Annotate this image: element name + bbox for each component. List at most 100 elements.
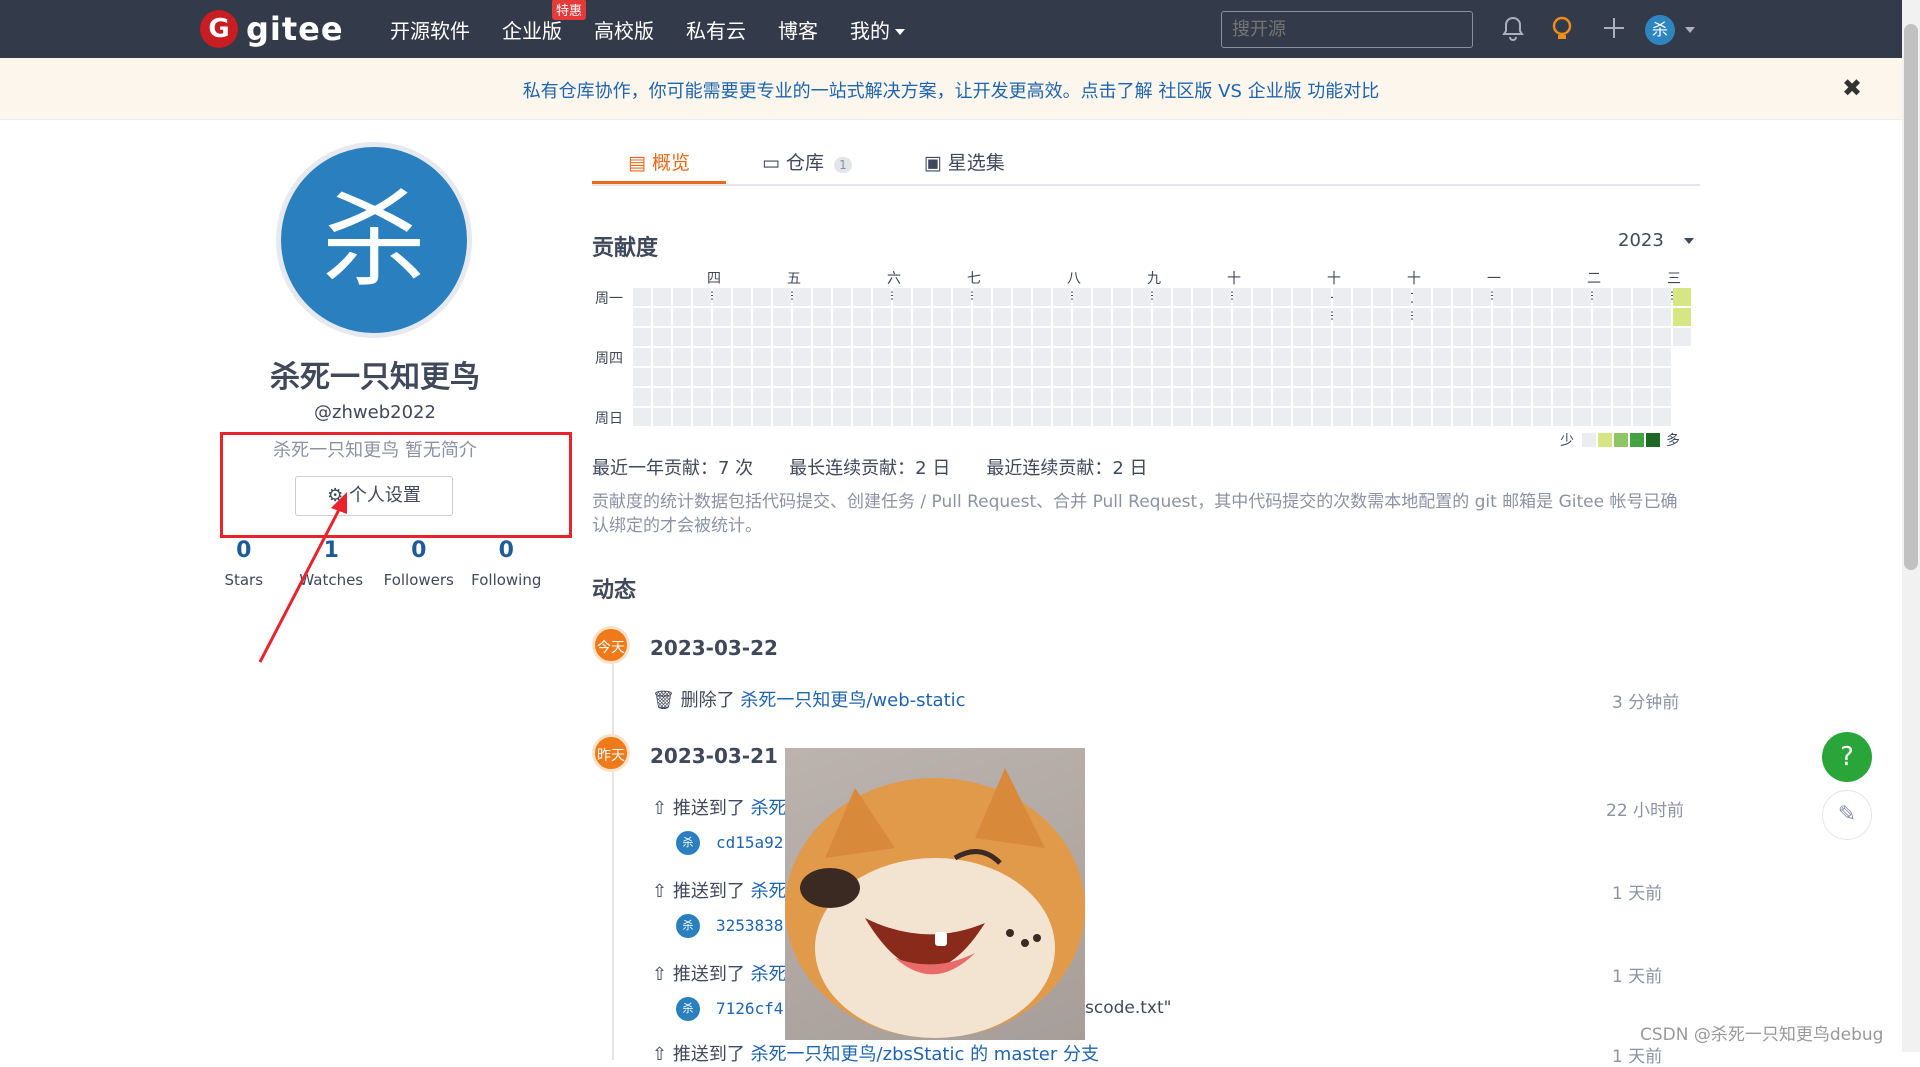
calendar-day-cell[interactable] (1113, 328, 1131, 346)
calendar-day-cell[interactable] (713, 388, 731, 406)
calendar-day-cell[interactable] (633, 388, 651, 406)
calendar-day-cell[interactable] (1013, 388, 1031, 406)
calendar-day-cell[interactable] (913, 408, 931, 426)
calendar-day-cell[interactable] (1293, 348, 1311, 366)
calendar-day-cell[interactable] (733, 348, 751, 366)
calendar-day-cell[interactable] (1433, 348, 1451, 366)
year-select[interactable]: 2023 (1618, 230, 1694, 251)
calendar-day-cell[interactable] (1093, 388, 1111, 406)
calendar-day-cell[interactable] (1333, 288, 1351, 306)
nav-mine[interactable]: 我的 (850, 15, 905, 44)
nav-open-source[interactable]: 开源软件 (390, 15, 470, 44)
promo-banner-text[interactable]: 私有仓库协作，你可能需要更专业的一站式解决方案，让开发更高效。点击了解 社区版 … (0, 77, 1902, 103)
calendar-day-cell[interactable] (1253, 388, 1271, 406)
calendar-day-cell[interactable] (1193, 388, 1211, 406)
plus-icon[interactable] (1600, 16, 1628, 44)
calendar-day-cell[interactable] (653, 308, 671, 326)
calendar-day-cell[interactable] (933, 288, 951, 306)
calendar-day-cell[interactable] (1033, 288, 1051, 306)
calendar-day-cell[interactable] (733, 288, 751, 306)
calendar-day-cell[interactable] (953, 408, 971, 426)
calendar-day-cell[interactable] (1193, 348, 1211, 366)
calendar-day-cell[interactable] (1313, 288, 1331, 306)
calendar-day-cell[interactable] (933, 388, 951, 406)
calendar-day-cell[interactable] (933, 308, 951, 326)
calendar-day-cell[interactable] (1153, 308, 1171, 326)
calendar-day-cell[interactable] (1273, 328, 1291, 346)
calendar-day-cell[interactable] (1593, 308, 1611, 326)
calendar-day-cell[interactable] (653, 288, 671, 306)
calendar-day-cell[interactable] (713, 348, 731, 366)
calendar-day-cell[interactable] (733, 408, 751, 426)
calendar-day-cell[interactable] (1393, 368, 1411, 386)
calendar-day-cell[interactable] (1373, 348, 1391, 366)
event-repo-link[interactable]: 杀死 (751, 798, 787, 819)
calendar-day-cell[interactable] (753, 388, 771, 406)
nav-private-cloud[interactable]: 私有云 (686, 15, 746, 44)
calendar-day-cell[interactable] (1513, 288, 1531, 306)
calendar-day-cell[interactable] (633, 348, 651, 366)
calendar-day-cell[interactable] (1253, 408, 1271, 426)
calendar-day-cell[interactable] (873, 308, 891, 326)
calendar-day-cell[interactable] (1413, 408, 1431, 426)
calendar-day-cell[interactable] (1253, 288, 1271, 306)
calendar-day-cell[interactable] (973, 348, 991, 366)
calendar-day-cell[interactable] (833, 308, 851, 326)
calendar-day-cell[interactable] (1553, 288, 1571, 306)
calendar-day-cell[interactable] (1473, 368, 1491, 386)
calendar-day-cell[interactable] (1173, 328, 1191, 346)
calendar-day-cell[interactable] (1293, 408, 1311, 426)
calendar-day-cell[interactable] (753, 288, 771, 306)
calendar-day-cell[interactable] (1553, 348, 1571, 366)
calendar-day-cell[interactable] (1513, 368, 1531, 386)
calendar-day-cell[interactable] (1553, 408, 1571, 426)
calendar-day-cell[interactable] (673, 408, 691, 426)
calendar-day-cell[interactable] (1093, 408, 1111, 426)
calendar-day-cell[interactable] (933, 408, 951, 426)
calendar-day-cell[interactable] (1413, 348, 1431, 366)
calendar-day-cell[interactable] (693, 388, 711, 406)
calendar-day-cell[interactable] (913, 348, 931, 366)
calendar-day-cell[interactable] (853, 308, 871, 326)
calendar-day-cell[interactable] (833, 368, 851, 386)
calendar-day-cell[interactable] (1013, 308, 1031, 326)
calendar-day-cell[interactable] (673, 308, 691, 326)
calendar-day-cell[interactable] (1233, 368, 1251, 386)
calendar-day-cell[interactable] (1173, 408, 1191, 426)
calendar-day-cell[interactable] (1293, 308, 1311, 326)
calendar-day-cell[interactable] (953, 328, 971, 346)
calendar-day-cell[interactable] (1453, 348, 1471, 366)
calendar-day-cell[interactable] (1493, 308, 1511, 326)
calendar-day-cell[interactable] (1033, 388, 1051, 406)
calendar-day-cell[interactable] (893, 328, 911, 346)
calendar-day-cell[interactable] (773, 368, 791, 386)
calendar-day-cell[interactable] (1613, 408, 1631, 426)
calendar-day-cell[interactable] (813, 388, 831, 406)
calendar-day-cell[interactable] (653, 328, 671, 346)
calendar-day-cell[interactable] (1393, 408, 1411, 426)
nav-enterprise[interactable]: 企业版 特惠 (502, 0, 587, 44)
calendar-day-cell[interactable] (1293, 368, 1311, 386)
calendar-day-cell[interactable] (1613, 368, 1631, 386)
calendar-day-cell[interactable] (893, 408, 911, 426)
calendar-day-cell[interactable] (1493, 288, 1511, 306)
calendar-day-cell[interactable] (713, 368, 731, 386)
calendar-day-cell[interactable] (1673, 288, 1691, 306)
search-input[interactable] (1221, 11, 1473, 48)
calendar-day-cell[interactable] (1633, 308, 1651, 326)
calendar-day-cell[interactable] (1593, 288, 1611, 306)
calendar-day-cell[interactable] (1153, 388, 1171, 406)
calendar-day-cell[interactable] (1133, 328, 1151, 346)
calendar-day-cell[interactable] (793, 348, 811, 366)
calendar-day-cell[interactable] (933, 368, 951, 386)
calendar-day-cell[interactable] (1213, 308, 1231, 326)
calendar-day-cell[interactable] (1053, 348, 1071, 366)
tab-starred-collections[interactable]: ▣ 星选集 (888, 140, 1041, 184)
calendar-day-cell[interactable] (1213, 388, 1231, 406)
calendar-day-cell[interactable] (993, 308, 1011, 326)
calendar-day-cell[interactable] (1093, 328, 1111, 346)
calendar-day-cell[interactable] (813, 288, 831, 306)
calendar-day-cell[interactable] (1313, 348, 1331, 366)
calendar-day-cell[interactable] (1233, 388, 1251, 406)
calendar-day-cell[interactable] (1153, 368, 1171, 386)
